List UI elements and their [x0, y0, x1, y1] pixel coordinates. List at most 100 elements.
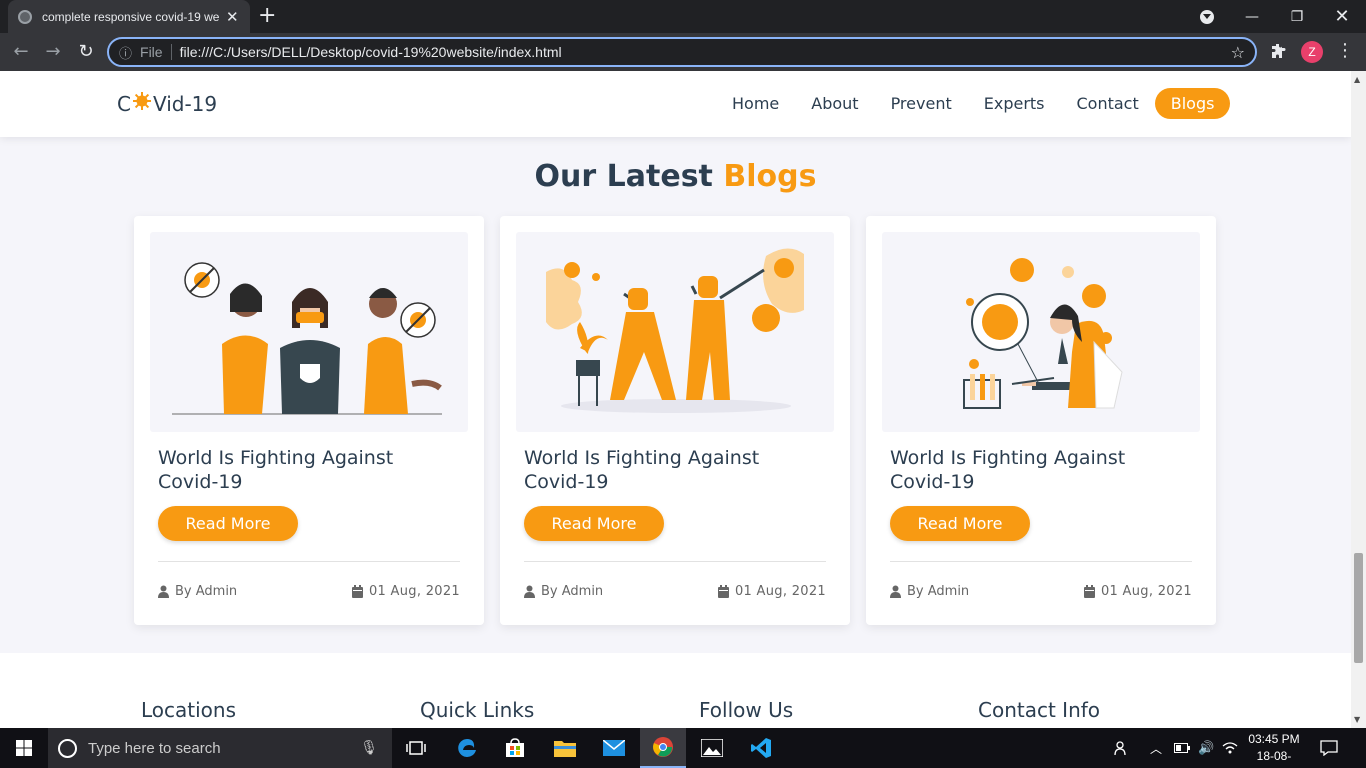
photos-icon[interactable] — [695, 728, 729, 768]
people-icon[interactable] — [1114, 728, 1136, 768]
main-nav: Home About Prevent Experts Contact Blogs — [716, 88, 1231, 119]
extensions-icon[interactable] — [1270, 43, 1286, 63]
address-bar[interactable]: ⓘ File file:///C:/Users/DELL/Desktop/cov… — [107, 37, 1257, 67]
blog-card-title[interactable]: World Is Fighting Against Covid-19 — [524, 446, 824, 494]
card-author: By Admin — [158, 584, 237, 599]
new-tab-button[interactable]: + — [258, 5, 276, 27]
minimize-button[interactable]: — — [1240, 0, 1264, 33]
user-icon — [524, 585, 535, 598]
read-more-button[interactable]: Read More — [890, 506, 1030, 541]
address-url[interactable]: file:///C:/Users/DELL/Desktop/covid-19%2… — [180, 44, 562, 60]
blog-image-people-masks — [150, 232, 468, 432]
card-author: By Admin — [524, 584, 603, 599]
reload-button[interactable]: ↻ — [75, 41, 97, 63]
author-text: By Admin — [907, 584, 970, 599]
windows-taskbar: Type here to search 🎙 ︿ 🔊 03:45 PM 18-08… — [0, 728, 1366, 768]
back-button[interactable]: ← — [10, 41, 32, 63]
blog-card: World Is Fighting Against Covid-19 Read … — [134, 216, 484, 625]
footer-heading-quick-links: Quick Links — [420, 698, 535, 722]
globe-icon — [18, 9, 32, 24]
blog-card-title[interactable]: World Is Fighting Against Covid-19 — [890, 446, 1190, 494]
read-more-button[interactable]: Read More — [524, 506, 664, 541]
tab-search-icon[interactable] — [1196, 0, 1218, 33]
author-text: By Admin — [541, 584, 604, 599]
nav-experts[interactable]: Experts — [968, 88, 1061, 119]
show-hidden-icons-icon[interactable]: ︿ — [1150, 728, 1168, 768]
page-scrollbar[interactable]: ▲ ▼ — [1351, 71, 1366, 728]
browser-tab-strip: complete responsive covid-19 website ✕ +… — [0, 0, 1366, 33]
bookmark-star-icon[interactable]: ☆ — [1231, 43, 1245, 62]
blog-image-scientist-microscope — [882, 232, 1200, 432]
date-text: 01 Aug, 2021 — [1100, 584, 1192, 599]
logo-suffix: Vid-19 — [152, 91, 218, 116]
calendar-icon — [1083, 585, 1095, 598]
store-icon[interactable] — [498, 728, 532, 768]
maximize-button[interactable]: ❐ — [1285, 0, 1309, 33]
taskbar-clock[interactable]: 03:45 PM 18-08-2021 — [1244, 731, 1304, 768]
taskbar-search[interactable]: Type here to search 🎙 — [48, 728, 392, 768]
volume-icon[interactable]: 🔊 — [1198, 728, 1218, 768]
site-footer: Locations Quick Links Follow Us Contact … — [0, 653, 1351, 728]
close-tab-icon[interactable]: ✕ — [226, 8, 239, 26]
user-icon — [158, 585, 169, 598]
task-view-icon[interactable] — [400, 728, 432, 768]
windows-start-icon[interactable] — [0, 728, 48, 768]
card-divider — [524, 561, 826, 562]
section-title-accent: Blogs — [723, 159, 817, 194]
footer-heading-follow-us: Follow Us — [699, 698, 794, 722]
edge-icon[interactable] — [450, 728, 484, 768]
search-placeholder: Type here to search — [88, 739, 221, 757]
nav-contact[interactable]: Contact — [1061, 88, 1155, 119]
browser-toolbar: ← → ↻ ⓘ File file:///C:/Users/DELL/Deskt… — [0, 33, 1366, 71]
read-more-button[interactable]: Read More — [158, 506, 298, 541]
page-viewport: C Vid-19 Home About Prevent Experts Cont… — [0, 71, 1351, 728]
user-icon — [890, 585, 901, 598]
scrollbar-thumb[interactable] — [1354, 553, 1363, 663]
blog-card-title[interactable]: World Is Fighting Against Covid-19 — [158, 446, 458, 494]
cortana-icon — [58, 738, 77, 758]
scroll-down-icon[interactable]: ▼ — [1354, 715, 1360, 724]
virus-logo-icon — [132, 91, 152, 116]
footer-heading-contact-info: Contact Info — [978, 698, 1101, 722]
scroll-up-icon[interactable]: ▲ — [1354, 75, 1360, 84]
date-text: 01 Aug, 2021 — [734, 584, 826, 599]
vscode-icon[interactable] — [744, 728, 778, 768]
nav-blogs[interactable]: Blogs — [1154, 88, 1231, 119]
microphone-icon[interactable]: 🎙 — [360, 740, 378, 756]
browser-tab[interactable]: complete responsive covid-19 website ✕ — [8, 0, 250, 33]
wifi-icon[interactable] — [1222, 728, 1240, 768]
forward-button[interactable]: → — [42, 41, 64, 63]
notifications-icon[interactable] — [1320, 728, 1346, 768]
nav-about[interactable]: About — [795, 88, 874, 119]
clock-time: 03:45 PM — [1248, 732, 1300, 746]
logo-prefix: C — [117, 91, 131, 116]
nav-home[interactable]: Home — [716, 88, 795, 119]
close-window-button[interactable]: ✕ — [1330, 0, 1354, 33]
calendar-icon — [717, 585, 729, 598]
address-scheme: File — [140, 44, 163, 60]
clock-date: 18-08-2021 — [1256, 749, 1292, 768]
file-explorer-icon[interactable] — [548, 728, 582, 768]
chrome-icon[interactable] — [640, 728, 686, 768]
site-info-icon[interactable]: ⓘ — [119, 43, 132, 62]
blog-card: World Is Fighting Against Covid-19 Read … — [866, 216, 1216, 625]
section-title: Our Latest Blogs — [0, 159, 1351, 194]
card-author: By Admin — [890, 584, 969, 599]
site-logo[interactable]: C Vid-19 — [117, 91, 217, 116]
card-divider — [158, 561, 460, 562]
blog-card: World Is Fighting Against Covid-19 Read … — [500, 216, 850, 625]
mail-icon[interactable] — [597, 728, 631, 768]
card-date: 01 Aug, 2021 — [717, 584, 826, 599]
card-date: 01 Aug, 2021 — [351, 584, 460, 599]
tab-title: complete responsive covid-19 website — [42, 9, 220, 24]
blog-image-disinfection-workers — [516, 232, 834, 432]
site-header: C Vid-19 Home About Prevent Experts Cont… — [0, 71, 1351, 137]
nav-prevent[interactable]: Prevent — [875, 88, 968, 119]
section-title-main: Our Latest — [534, 159, 713, 194]
card-date: 01 Aug, 2021 — [1083, 584, 1192, 599]
date-text: 01 Aug, 2021 — [368, 584, 460, 599]
profile-avatar[interactable]: Z — [1301, 41, 1323, 63]
author-text: By Admin — [175, 584, 238, 599]
browser-menu-icon[interactable]: ⋮ — [1336, 40, 1354, 61]
battery-icon[interactable] — [1174, 728, 1192, 768]
